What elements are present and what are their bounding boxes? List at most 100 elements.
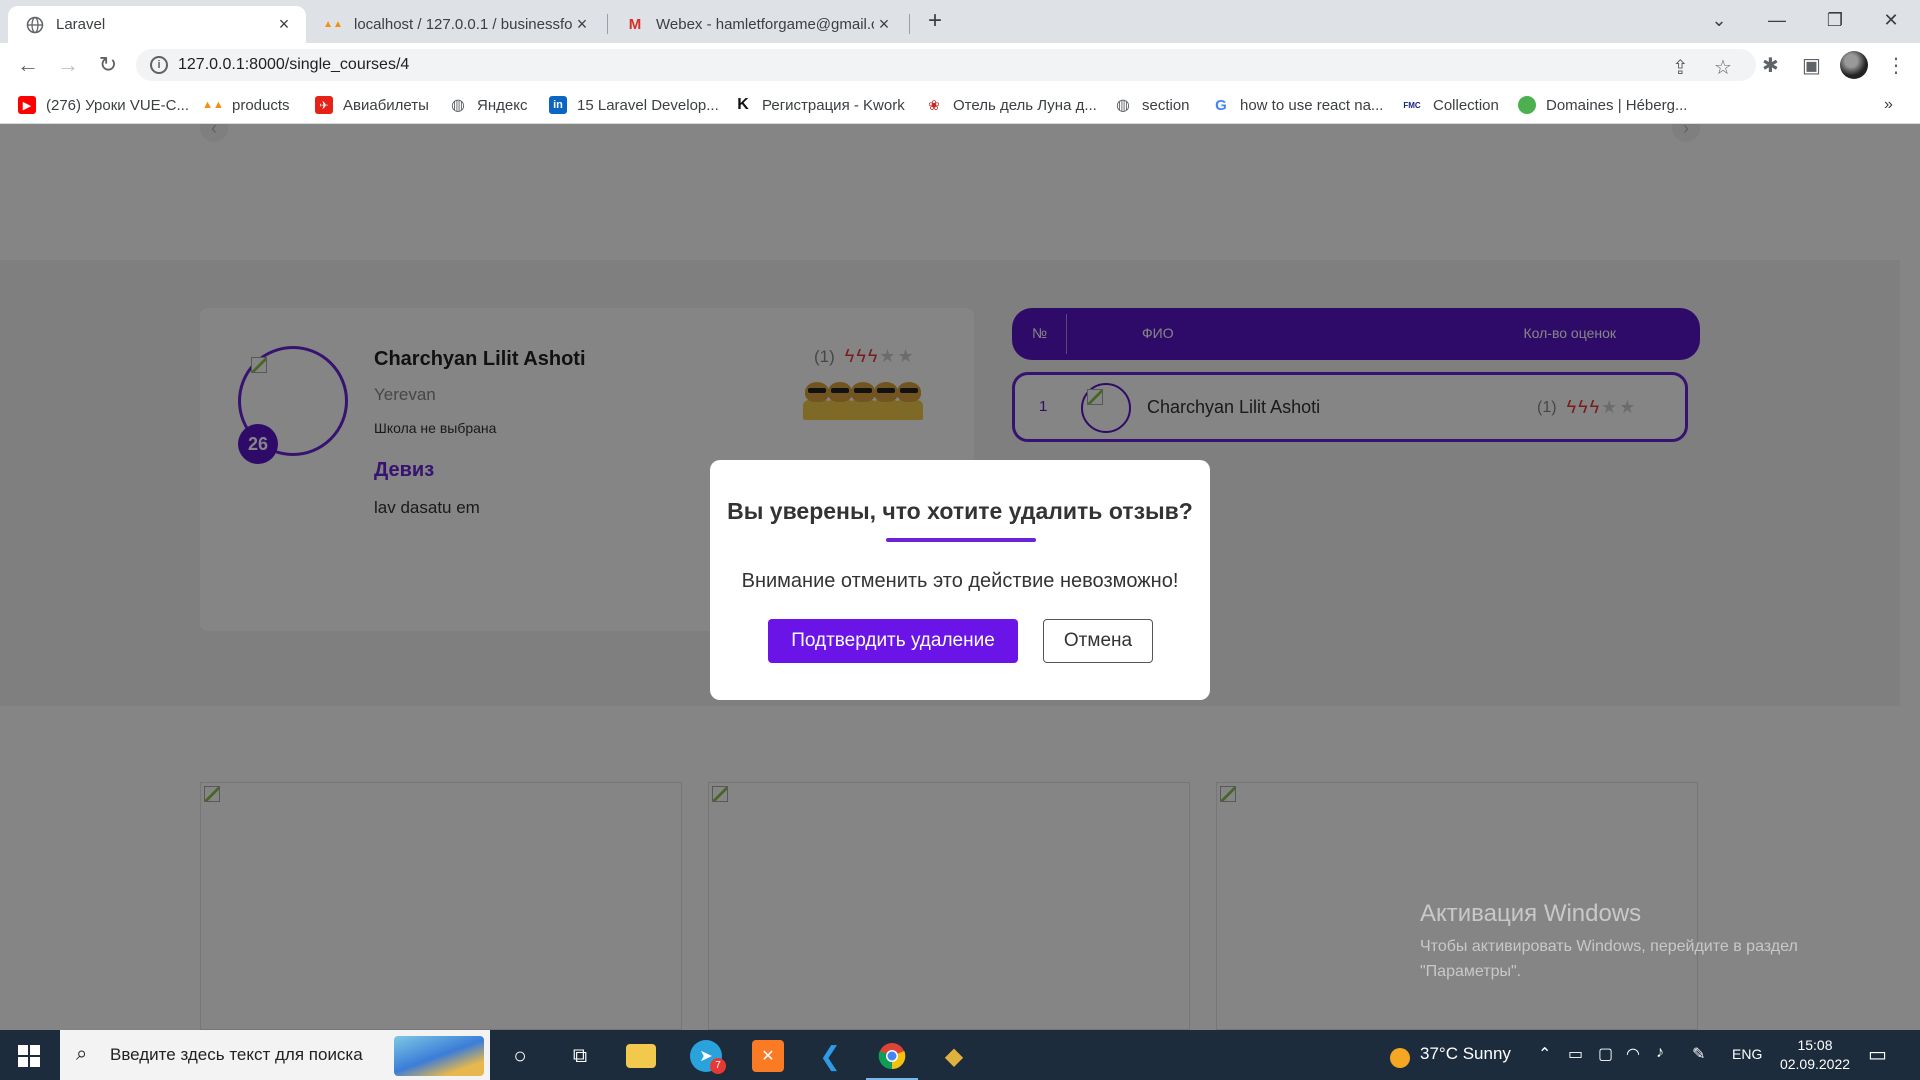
bookmark-item[interactable]: G how to use react na... [1212, 96, 1383, 114]
globe-icon [26, 16, 44, 34]
watermark-text: Чтобы активировать Windows, перейдите в … [1420, 938, 1798, 980]
menu-icon[interactable]: ⋮ [1886, 53, 1906, 78]
volume-icon[interactable]: ♪ [1656, 1044, 1664, 1062]
bookmark-item[interactable]: K Регистрация - Kwork [734, 96, 905, 114]
pen-icon[interactable]: ✎ [1692, 1044, 1705, 1064]
bookmark-label: Отель дель Луна д... [953, 96, 1097, 114]
bookmark-item[interactable]: in 15 Laravel Develop... [549, 96, 719, 114]
globe-icon: ◍ [451, 97, 465, 114]
bookmark-label: (276) Уроки VUE-С... [46, 96, 190, 114]
minimize-icon[interactable]: — [1748, 0, 1806, 40]
tab-laravel[interactable]: Laravel × [8, 6, 306, 43]
modal-title-underline [886, 538, 1036, 542]
telegram-badge: 7 [710, 1058, 726, 1074]
tab-webex[interactable]: M Webex - hamletforgame@gmail.c × [608, 6, 906, 43]
bookmark-item[interactable]: ▶ (276) Уроки VUE-С... [18, 96, 189, 114]
tab-title: Laravel [56, 16, 106, 33]
ticket-icon: ✈ [315, 96, 333, 114]
more-bookmarks-icon[interactable]: » [1884, 96, 1893, 114]
close-icon[interactable]: × [572, 14, 592, 35]
search-icon: ⌕ [76, 1043, 88, 1065]
file-explorer-icon[interactable] [626, 1044, 656, 1068]
extensions-icon[interactable]: ✱ [1762, 53, 1779, 78]
cortana-icon[interactable]: ○ [504, 1040, 536, 1072]
bookmark-label: Яндекс [477, 96, 528, 114]
bookmark-item[interactable]: ❀ Отель дель Луна д... [925, 96, 1097, 114]
kwork-icon: K [737, 96, 749, 113]
meet-now-icon[interactable]: ▢ [1598, 1044, 1613, 1064]
gmail-icon: M [628, 16, 642, 33]
profile-avatar-icon[interactable] [1840, 51, 1868, 79]
chrome-icon[interactable] [866, 1040, 918, 1080]
bookmark-label: Domaines | Héberg... [1546, 96, 1688, 114]
telegram-icon[interactable]: ➤ 7 [690, 1040, 726, 1074]
phpmyadmin-icon: ▲▲ [202, 99, 224, 111]
share-icon[interactable]: ⇪ [1672, 55, 1689, 80]
wifi-icon[interactable]: ◠ [1626, 1044, 1640, 1064]
tray-chevron-icon[interactable]: ⌃ [1538, 1044, 1551, 1064]
url-text[interactable]: 127.0.0.1:8000/single_courses/4 [178, 56, 409, 74]
back-icon[interactable]: ← [14, 51, 42, 79]
fmc-icon: FMC [1403, 100, 1421, 110]
modal-warning: Внимание отменить это действие невозможн… [741, 570, 1179, 592]
bookmark-item[interactable]: ◍ Яндекс [449, 96, 528, 115]
address-bar[interactable]: i 127.0.0.1:8000/single_courses/4 ⇪ ☆ [136, 49, 1756, 81]
taskbar-search-input[interactable]: ⌕ Введите здесь текст для поиска [60, 1030, 490, 1080]
reload-icon[interactable]: ↻ [94, 51, 122, 79]
language-indicator[interactable]: ENG [1732, 1046, 1762, 1062]
windows-start-icon[interactable] [18, 1045, 40, 1067]
bookmark-item[interactable]: ▲▲ products [202, 96, 290, 114]
bookmark-label: Collection [1433, 96, 1499, 114]
notifications-icon[interactable]: ▭ [1868, 1042, 1887, 1067]
bookmark-item[interactable]: ◍ section [1114, 96, 1190, 115]
xampp-icon[interactable]: ✕ [752, 1040, 784, 1072]
task-view-icon[interactable]: ⧉ [564, 1040, 596, 1072]
weather-text[interactable]: 37°C Sunny [1420, 1044, 1511, 1064]
delete-review-modal: Вы уверены, что хотите удалить отзыв? Вн… [710, 460, 1210, 700]
globe-icon: ◍ [1116, 97, 1130, 114]
windows-activation-watermark: Активация Windows Чтобы активировать Win… [1420, 900, 1860, 984]
side-panel-icon[interactable]: ▣ [1802, 53, 1821, 78]
tab-title: localhost / 127.0.0.1 / businessfo [354, 16, 572, 33]
tab-title: Webex - hamletforgame@gmail.c [656, 16, 874, 33]
forward-icon[interactable]: → [54, 51, 82, 79]
tab-separator [909, 14, 910, 34]
close-icon[interactable]: × [274, 14, 294, 35]
bookmark-label: Авиабилеты [343, 96, 429, 114]
search-placeholder: Введите здесь текст для поиска [110, 1045, 363, 1064]
confirm-delete-button[interactable]: Подтвердить удаление [768, 619, 1018, 663]
taskbar-clock[interactable]: 15:08 02.09.2022 [1776, 1036, 1854, 1074]
new-tab-button[interactable]: + [921, 6, 949, 36]
green-dot-icon [1518, 96, 1536, 114]
youtube-icon: ▶ [18, 96, 36, 114]
battery-icon[interactable]: ▭ [1568, 1044, 1583, 1064]
window-close-icon[interactable]: ✕ [1862, 0, 1920, 40]
search-highlight-image [394, 1036, 484, 1076]
phpmyadmin-icon: ▲▲ [323, 19, 343, 30]
close-icon[interactable]: × [874, 14, 894, 35]
bookmarks-bar: ▶ (276) Уроки VUE-С... ▲▲ products ✈ Ави… [0, 87, 1920, 124]
bookmark-label: products [232, 96, 290, 114]
bookmark-label: section [1142, 96, 1190, 114]
cancel-button[interactable]: Отмена [1043, 619, 1153, 663]
google-icon: G [1215, 96, 1227, 114]
bookmark-label: Регистрация - Kwork [762, 96, 905, 114]
windows-taskbar: ⌕ Введите здесь текст для поиска ○ ⧉ ➤ 7… [0, 1030, 1920, 1080]
bookmark-item[interactable]: Domaines | Héberg... [1518, 96, 1687, 114]
bookmark-star-icon[interactable]: ☆ [1714, 55, 1732, 80]
site-info-icon[interactable]: i [150, 56, 168, 74]
vscode-icon[interactable]: ❮ [814, 1040, 846, 1072]
restore-icon[interactable]: ❐ [1806, 0, 1864, 40]
bookmark-item[interactable]: FMC Collection [1401, 96, 1499, 114]
browser-toolbar: ← → ↻ i 127.0.0.1:8000/single_courses/4 … [0, 43, 1920, 87]
git-kraken-icon[interactable]: ◆ [938, 1040, 970, 1072]
weather-sun-icon[interactable] [1384, 1042, 1416, 1074]
clock-time: 15:08 [1797, 1037, 1833, 1053]
hotel-icon: ❀ [928, 96, 940, 113]
tab-phpmyadmin[interactable]: ▲▲ localhost / 127.0.0.1 / businessfo × [306, 6, 604, 43]
bookmark-item[interactable]: ✈ Авиабилеты [315, 96, 429, 114]
bookmark-label: how to use react na... [1240, 96, 1384, 114]
browser-tab-bar: Laravel × ▲▲ localhost / 127.0.0.1 / bus… [0, 0, 1920, 43]
tab-search-icon[interactable]: ⌄ [1690, 0, 1748, 40]
watermark-title: Активация Windows [1420, 900, 1642, 927]
